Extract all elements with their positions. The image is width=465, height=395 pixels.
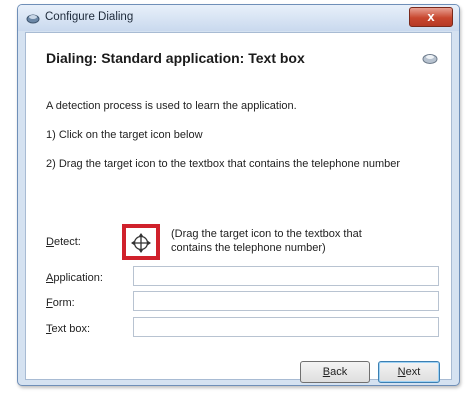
form-label-rest: orm:	[52, 297, 75, 309]
detect-hint: (Drag the target icon to the textbox tha…	[171, 228, 362, 254]
close-icon: x	[427, 9, 435, 24]
application-label-rest: pplication:	[53, 272, 103, 284]
form-label-mnemonic: F	[46, 297, 53, 309]
target-icon-button[interactable]	[122, 224, 160, 260]
target-crosshair-icon	[131, 233, 151, 253]
application-field[interactable]	[133, 266, 439, 286]
header-icon	[422, 54, 438, 64]
back-button[interactable]: Back	[300, 361, 370, 383]
dialog-content: Dialing: Standard application: Text box …	[25, 32, 452, 383]
detect-label: Detect:	[46, 236, 81, 248]
textbox-label: Text box:	[46, 323, 90, 335]
application-label: Application:	[46, 272, 103, 284]
instruction-step-2: 2) Drag the target icon to the textbox t…	[46, 158, 401, 170]
textbox-label-rest: ext box:	[51, 323, 91, 335]
detect-label-rest: etect:	[53, 236, 81, 248]
back-button-mnemonic: B	[322, 366, 331, 378]
textbox-field[interactable]	[133, 317, 439, 337]
detect-label-mnemonic: D	[46, 236, 54, 248]
instruction-step-1: 1) Click on the target icon below	[46, 129, 203, 141]
close-button[interactable]: x	[409, 7, 453, 27]
window-app-icon	[26, 14, 40, 24]
form-field[interactable]	[133, 291, 439, 311]
configure-dialing-window: Configure Dialing x Dialing: Standard ap…	[17, 4, 460, 386]
back-button-rest: ack	[330, 366, 348, 378]
next-button-rest: ext	[405, 366, 421, 378]
form-label: Form:	[46, 297, 75, 309]
instruction-intro: A detection process is used to learn the…	[46, 100, 297, 112]
next-button-mnemonic: N	[397, 366, 406, 378]
dialog-header-title: Dialing: Standard application: Text box	[46, 50, 305, 66]
window-title: Configure Dialing	[45, 11, 134, 23]
title-bar[interactable]: Configure Dialing x	[18, 5, 459, 31]
next-button[interactable]: Next	[378, 361, 440, 383]
